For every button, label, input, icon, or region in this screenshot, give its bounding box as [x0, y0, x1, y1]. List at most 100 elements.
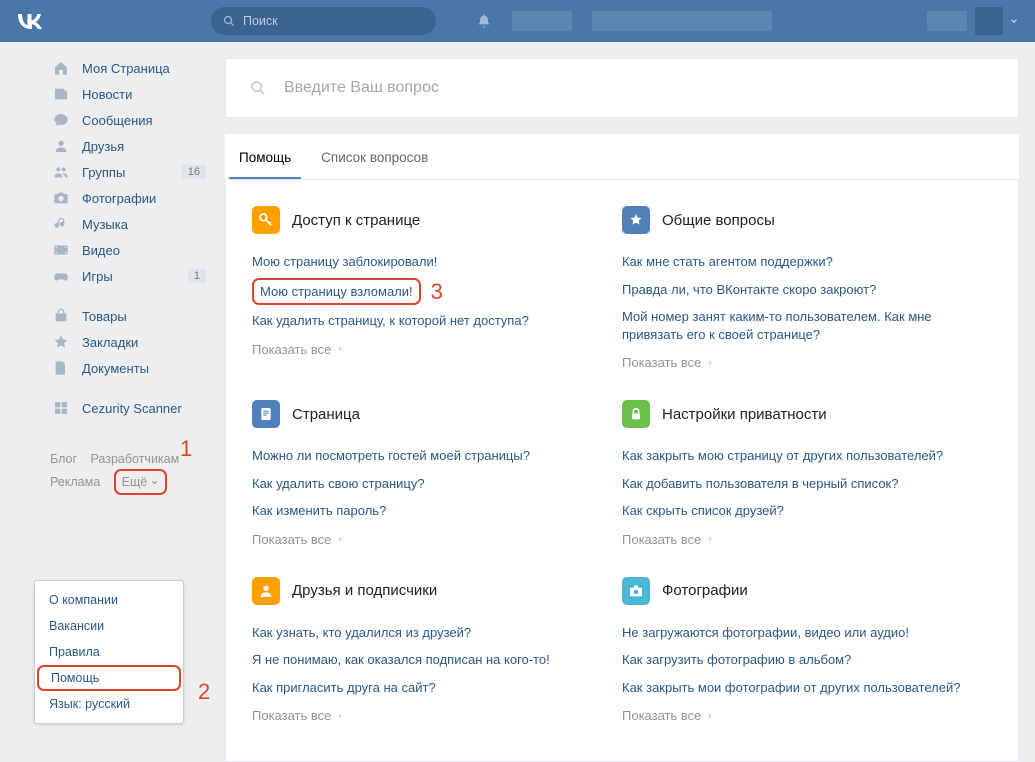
doc-icon — [50, 359, 72, 377]
help-link[interactable]: Как скрыть список друзей? — [622, 497, 976, 525]
chevron-right-icon — [336, 535, 344, 543]
friends-icon — [50, 137, 72, 155]
show-all-link[interactable]: Показать все — [252, 335, 606, 357]
chevron-right-icon — [336, 345, 344, 353]
dropdown-item[interactable]: Вакансии — [35, 613, 183, 639]
category-title: Фотографии — [662, 582, 748, 599]
sidebar-item-music[interactable]: Музыка — [50, 211, 210, 237]
footer-blog[interactable]: Блог — [50, 452, 77, 466]
help-link[interactable]: Не загружаются фотографии, видео или ауд… — [622, 619, 976, 647]
sidebar-item-star[interactable]: Закладки — [50, 329, 210, 355]
groups-icon — [50, 163, 72, 181]
sidebar-item-news[interactable]: Новости — [50, 81, 210, 107]
help-link[interactable]: Как мне стать агентом поддержки? — [622, 248, 976, 276]
show-all-link[interactable]: Показать все — [622, 701, 976, 723]
help-link[interactable]: Мою страницу взломали! — [252, 278, 421, 306]
category-title: Доступ к странице — [292, 212, 420, 229]
dropdown-item[interactable]: Правила — [35, 639, 183, 665]
help-link[interactable]: Можно ли посмотреть гостей моей страницы… — [252, 442, 606, 470]
star-icon — [50, 333, 72, 351]
sidebar-item-label: Товары — [82, 309, 210, 324]
dropdown-item[interactable]: Помощь — [37, 665, 181, 691]
grid-icon — [50, 399, 72, 417]
chevron-right-icon — [706, 712, 714, 720]
annotation-1: 1 — [180, 439, 192, 459]
bell-icon[interactable] — [476, 12, 492, 30]
sidebar-item-groups[interactable]: Группы 16 — [50, 159, 210, 185]
bag-icon — [50, 307, 72, 325]
help-link[interactable]: Как удалить страницу, к которой нет дост… — [252, 307, 606, 335]
sidebar-item-bag[interactable]: Товары — [50, 303, 210, 329]
help-link[interactable]: Я не понимаю, как оказался подписан на к… — [252, 646, 606, 674]
lock-icon — [622, 400, 650, 428]
help-link[interactable]: Правда ли, что ВКонтакте скоро закроют? — [622, 276, 976, 304]
show-all-link[interactable]: Показать все — [622, 348, 976, 370]
sidebar-item-home[interactable]: Моя Страница — [50, 55, 210, 81]
help-link[interactable]: Как загрузить фотографию в альбом? — [622, 646, 976, 674]
sidebar-item-label: Группы — [82, 165, 182, 180]
sidebar-item-grid[interactable]: Cezurity Scanner — [50, 395, 210, 421]
sidebar-item-photo[interactable]: Фотографии — [50, 185, 210, 211]
help-link[interactable]: Как добавить пользователя в черный списо… — [622, 470, 976, 498]
header-user-menu[interactable] — [907, 7, 1019, 35]
sidebar-item-label: Моя Страница — [82, 61, 210, 76]
sidebar-item-label: Сообщения — [82, 113, 210, 128]
vk-logo[interactable] — [16, 13, 61, 29]
news-icon — [50, 85, 72, 103]
annotation-2: 2 — [198, 679, 210, 705]
sidebar-item-friends[interactable]: Друзья — [50, 133, 210, 159]
games-icon — [50, 267, 72, 285]
footer-devs[interactable]: Разработчикам — [91, 452, 180, 466]
chevron-right-icon — [706, 535, 714, 543]
help-link[interactable]: Мою страницу заблокировали! — [252, 248, 606, 276]
chevron-down-icon — [150, 478, 159, 487]
page-icon — [252, 400, 280, 428]
sidebar-item-label: Музыка — [82, 217, 210, 232]
sidebar-item-label: Друзья — [82, 139, 210, 154]
sidebar-item-label: Видео — [82, 243, 210, 258]
help-link[interactable]: Как закрыть мою страницу от других польз… — [622, 442, 976, 470]
help-search[interactable] — [225, 58, 1019, 118]
header-user-name-blur — [927, 11, 967, 31]
msg-icon — [50, 111, 72, 129]
header-blur-1 — [512, 11, 572, 31]
sidebar-item-doc[interactable]: Документы — [50, 355, 210, 381]
help-link[interactable]: Как пригласить друга на сайт? — [252, 674, 606, 702]
show-all-link[interactable]: Показать все — [252, 525, 606, 547]
sidebar-item-msg[interactable]: Сообщения — [50, 107, 210, 133]
sidebar-item-label: Cezurity Scanner — [82, 401, 210, 416]
sidebar-item-label: Игры — [82, 269, 188, 284]
sidebar-badge: 16 — [182, 165, 206, 179]
help-search-input[interactable] — [284, 79, 994, 97]
starfill-icon — [622, 206, 650, 234]
more-dropdown-menu: О компанииВакансииПравилаПомощьЯзык: рус… — [34, 580, 184, 724]
camera-icon — [622, 577, 650, 605]
sidebar-item-games[interactable]: Игры 1 — [50, 263, 210, 289]
header-search[interactable]: Поиск — [211, 7, 436, 35]
dropdown-item[interactable]: О компании — [35, 587, 183, 613]
help-link[interactable]: Как узнать, кто удалился из друзей? — [252, 619, 606, 647]
dropdown-item[interactable]: Язык: русский — [35, 691, 183, 717]
header-search-placeholder: Поиск — [243, 14, 278, 28]
search-icon — [223, 15, 235, 27]
help-link[interactable]: Как изменить пароль? — [252, 497, 606, 525]
show-all-link[interactable]: Показать все — [622, 525, 976, 547]
home-icon — [50, 59, 72, 77]
search-icon — [250, 80, 266, 96]
photo-icon — [50, 189, 72, 207]
help-link[interactable]: Как удалить свою страницу? — [252, 470, 606, 498]
footer-more-dropdown[interactable]: Ещё — [114, 469, 168, 495]
key-icon — [252, 206, 280, 234]
sidebar-item-video[interactable]: Видео — [50, 237, 210, 263]
help-link[interactable]: Как закрыть мои фотографии от других пол… — [622, 674, 976, 702]
avatar — [975, 7, 1003, 35]
tab-questions[interactable]: Список вопросов — [311, 134, 438, 179]
sidebar-item-label: Фотографии — [82, 191, 210, 206]
person-icon — [252, 577, 280, 605]
footer-ads[interactable]: Реклама — [50, 475, 100, 489]
category-title: Общие вопросы — [662, 212, 775, 229]
help-link[interactable]: Мой номер занят каким-то пользователем. … — [622, 303, 976, 348]
show-all-link[interactable]: Показать все — [252, 701, 606, 723]
category-title: Друзья и подписчики — [292, 582, 437, 599]
tab-help[interactable]: Помощь — [229, 134, 301, 179]
